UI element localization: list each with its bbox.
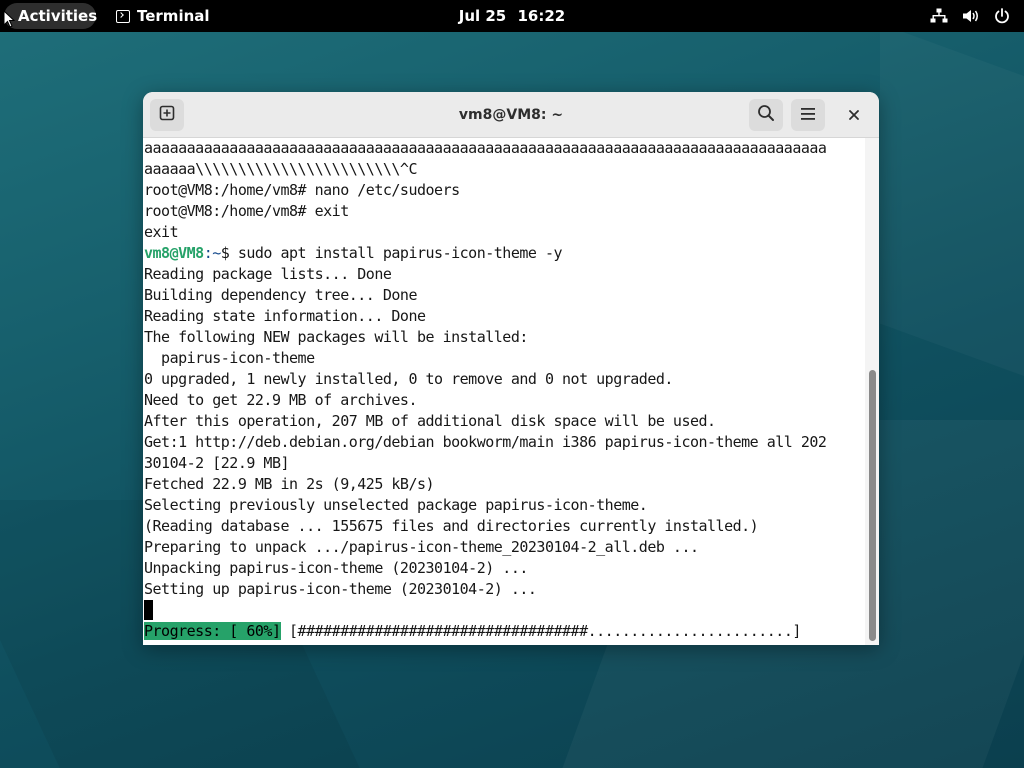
- text-cursor: [144, 600, 153, 620]
- terminal-prompt-line: vm8@VM8:~$ sudo apt install papirus-icon…: [144, 243, 563, 264]
- terminal-line: Building dependency tree... Done: [144, 286, 417, 304]
- volume-icon: [962, 8, 980, 24]
- terminal-line: Fetched 22.9 MB in 2s (9,425 kB/s): [144, 475, 435, 493]
- close-button[interactable]: [838, 99, 870, 131]
- mouse-pointer: [3, 9, 16, 32]
- top-bar: Activities Terminal Jul 25 16:22: [0, 0, 1024, 32]
- window-headerbar[interactable]: vm8@VM8: ~: [143, 92, 879, 138]
- terminal-line: Selecting previously unselected package …: [144, 496, 648, 514]
- terminal-line: root@VM8:/home/vm8# exit: [144, 202, 349, 220]
- terminal-line: root@VM8:/home/vm8# nano /etc/sudoers: [144, 181, 460, 199]
- terminal-line: The following NEW packages will be insta…: [144, 328, 528, 346]
- search-button[interactable]: [749, 99, 783, 131]
- search-icon: [757, 104, 775, 126]
- network-icon: [930, 8, 948, 24]
- progress-label: Progress: [ 60%]: [144, 622, 281, 640]
- terminal-line: Unpacking papirus-icon-theme (20230104-2…: [144, 559, 528, 577]
- terminal-cursor-line: [144, 600, 153, 621]
- terminal-line: aaaaaaaaaaaaaaaaaaaaaaaaaaaaaaaaaaaaaaaa…: [144, 139, 827, 157]
- terminal-line: 0 upgraded, 1 newly installed, 0 to remo…: [144, 370, 673, 388]
- terminal-line: 30104-2 [22.9 MB]: [144, 454, 290, 472]
- system-tray[interactable]: [930, 0, 1010, 32]
- close-icon: [848, 106, 860, 125]
- terminal-line: Need to get 22.9 MB of archives.: [144, 391, 417, 409]
- scrollbar-thumb[interactable]: [869, 370, 876, 641]
- progress-line: Progress: [ 60%] [######################…: [144, 621, 801, 642]
- terminal-line: Setting up papirus-icon-theme (20230104-…: [144, 580, 537, 598]
- clock-button[interactable]: Jul 25 16:22: [0, 0, 1024, 32]
- progress-bar-text: [##################################.....…: [280, 622, 801, 640]
- terminal-line: Reading state information... Done: [144, 307, 426, 325]
- hamburger-menu-icon: [800, 106, 816, 125]
- wallpaper-shape: [880, 24, 1024, 397]
- terminal-line: exit: [144, 223, 179, 241]
- terminal-line: Get:1 http://deb.debian.org/debian bookw…: [144, 433, 827, 451]
- terminal-line: Preparing to unpack .../papirus-icon-the…: [144, 538, 699, 556]
- terminal-line: papirus-icon-theme: [144, 349, 315, 367]
- power-icon: [994, 8, 1010, 24]
- prompt-command: sudo apt install papirus-icon-theme -y: [229, 244, 563, 262]
- terminal-output[interactable]: aaaaaaaaaaaaaaaaaaaaaaaaaaaaaaaaaaaaaaaa…: [143, 138, 865, 645]
- clock-time: 16:22: [517, 7, 566, 25]
- terminal-line: aaaaaa\\\\\\\\\\\\\\\\\\\\\\\\^C: [144, 160, 417, 178]
- main-menu-button[interactable]: [791, 99, 825, 131]
- terminal-line: After this operation, 207 MB of addition…: [144, 412, 716, 430]
- prompt-path: :~: [203, 244, 222, 262]
- clock-date: Jul 25: [458, 7, 507, 25]
- terminal-scrollbar[interactable]: [865, 138, 879, 645]
- terminal-line: (Reading database ... 155675 files and d…: [144, 517, 759, 535]
- terminal-line: Reading package lists... Done: [144, 265, 392, 283]
- prompt-user-host: vm8@VM8: [144, 244, 204, 262]
- terminal-window: vm8@VM8: ~ aaaaaaaaaaaaaaaaaaaaaaaaaaaaa…: [143, 92, 879, 645]
